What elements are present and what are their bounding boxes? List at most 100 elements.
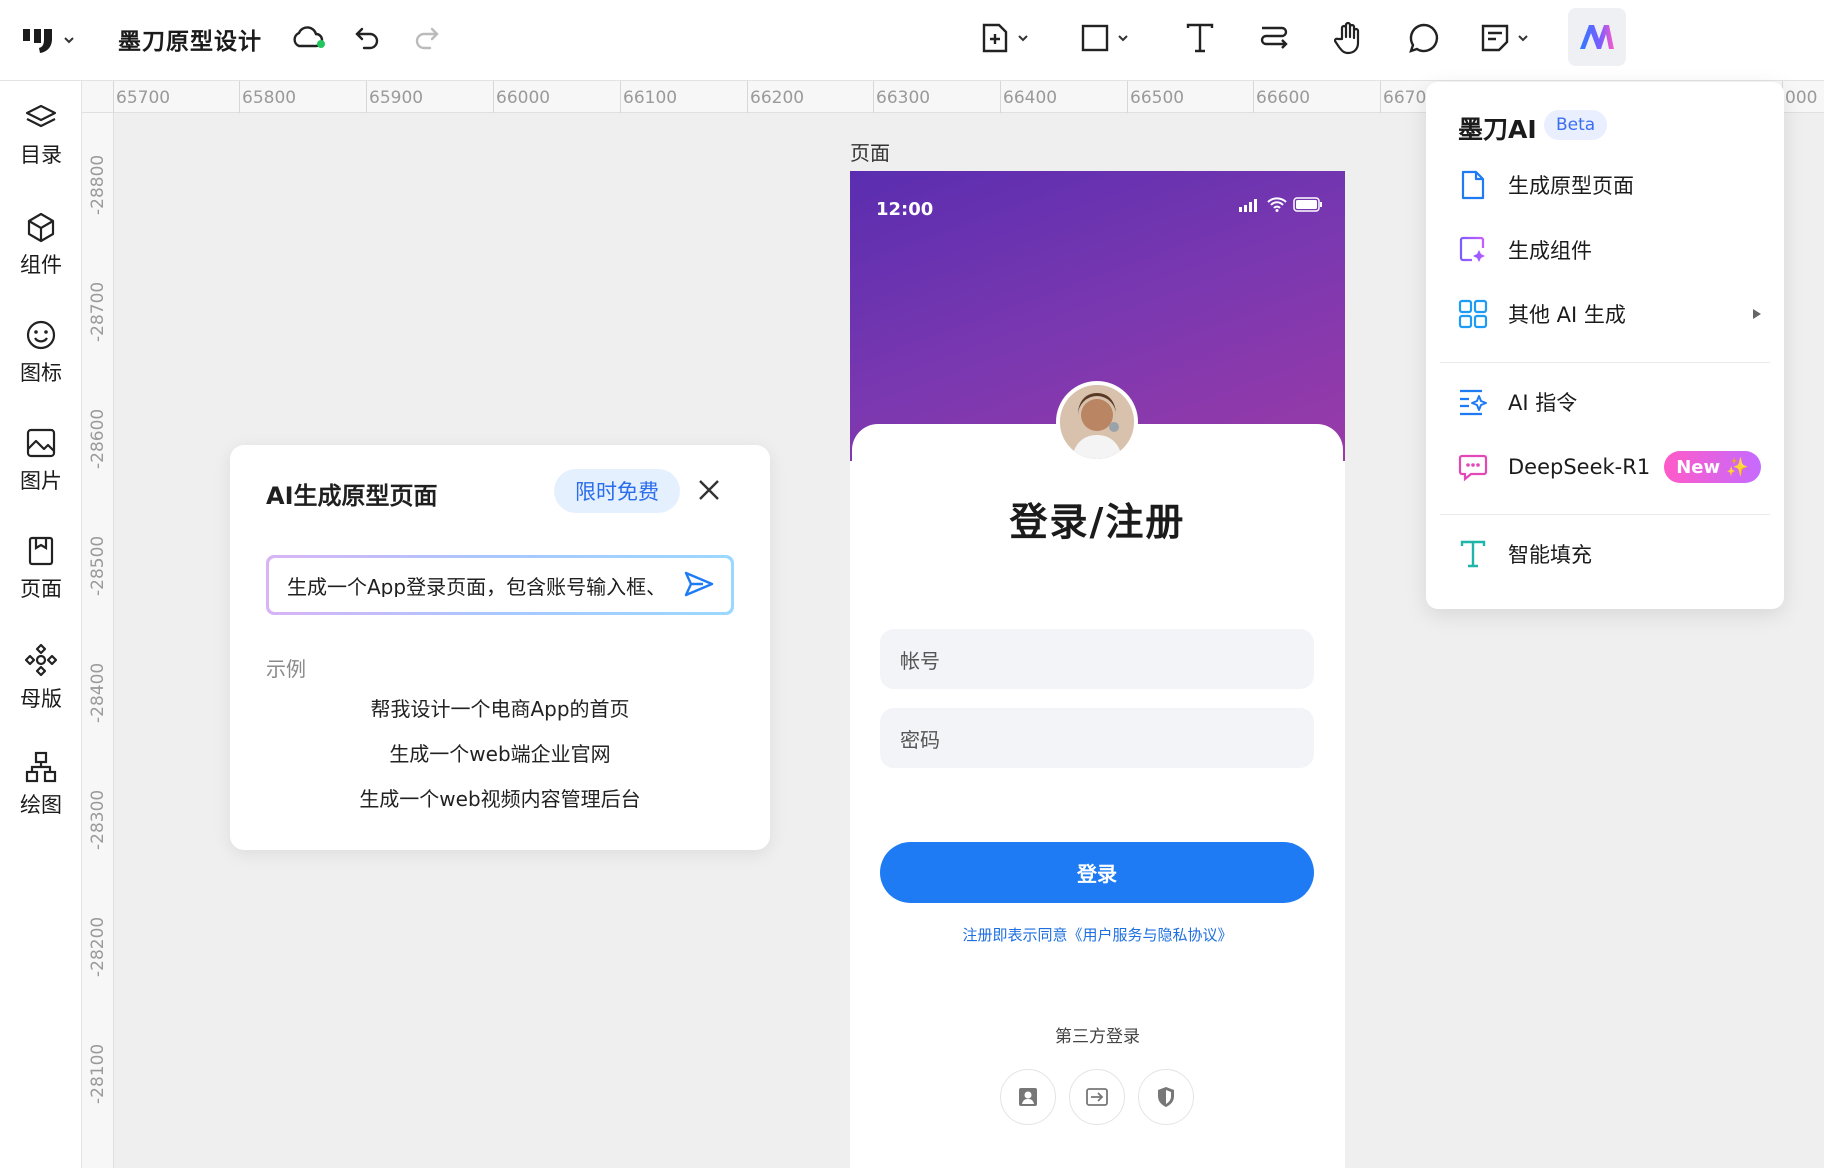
modao-ai-menu: 墨刀AI Beta 生成原型页面 生成组件 其他 AI 生成 AI 指令 Dee… xyxy=(1426,82,1784,609)
chevron-down-icon xyxy=(1118,35,1128,42)
status-time: 12:00 xyxy=(876,199,934,220)
modao-ai-icon xyxy=(1580,25,1614,49)
example-prompt[interactable]: 帮我设计一个电商App的首页 xyxy=(230,693,770,722)
menu-item-label: 生成原型页面 xyxy=(1508,174,1634,198)
sidebar-item-pages[interactable]: 页面 xyxy=(0,535,82,603)
text-icon xyxy=(1186,23,1214,53)
shield-icon xyxy=(1158,1087,1174,1107)
menu-item-ai-command[interactable]: AI 指令 xyxy=(1440,376,1770,428)
beta-badge: Beta xyxy=(1544,110,1608,140)
redo-button[interactable] xyxy=(408,20,444,56)
example-prompt[interactable]: 生成一个web端企业官网 xyxy=(230,738,770,767)
ruler-tick: -28100 xyxy=(88,1043,108,1104)
account-placeholder: 帐号 xyxy=(900,648,940,673)
submenu-arrow-icon xyxy=(1753,309,1761,319)
menu-item-label: DeepSeek-R1 xyxy=(1508,455,1651,479)
comment-icon xyxy=(1409,23,1439,53)
login-button[interactable]: 登录 xyxy=(880,842,1314,903)
shape-tool[interactable] xyxy=(1080,18,1130,58)
text-tool[interactable] xyxy=(1180,18,1220,58)
ruler-tick: -28800 xyxy=(88,154,108,215)
chat-bot-icon xyxy=(1458,452,1488,482)
rectangle-icon xyxy=(1081,24,1109,52)
sidebar-item-icons[interactable]: 图标 xyxy=(0,319,82,387)
ruler-tick: 66200 xyxy=(746,81,805,113)
sidebar-item-components[interactable]: 组件 xyxy=(0,211,82,279)
document-icon xyxy=(1458,170,1488,200)
ruler-tick: 66600 xyxy=(1252,81,1311,113)
sidebar-item-images[interactable]: 图片 xyxy=(0,427,82,495)
left-sidebar: 目录 组件 图标 图片 页面 母版 绘图 xyxy=(0,81,82,1168)
undo-icon xyxy=(355,27,379,50)
login-title: 登录/注册 xyxy=(1009,500,1186,544)
ruler-tick: 65900 xyxy=(365,81,424,113)
smiley-icon xyxy=(26,320,56,350)
ruler-tick: 66100 xyxy=(619,81,678,113)
agreement-link[interactable]: 注册即表示同意《用户服务与隐私协议》 xyxy=(850,924,1345,945)
ruler-tick: -28600 xyxy=(88,408,108,469)
login-page-artboard[interactable]: 12:00 登录/注册 帐号 密码 登录 注册即表示同意《用户服务与隐私协议》 … xyxy=(850,171,1345,1168)
app-menu-button[interactable] xyxy=(20,20,76,60)
examples-label: 示例 xyxy=(266,657,306,681)
ruler-tick: -28700 xyxy=(88,281,108,342)
battery-icon xyxy=(1293,197,1322,212)
menu-item-other-ai[interactable]: 其他 AI 生成 xyxy=(1440,288,1770,340)
account-field[interactable]: 帐号 xyxy=(880,629,1314,689)
modao-logo-icon xyxy=(23,29,52,53)
ruler-tick: 65700 xyxy=(112,81,171,113)
prompt-input[interactable] xyxy=(287,573,685,597)
ruler-tick: 66400 xyxy=(999,81,1058,113)
cube-icon xyxy=(27,212,55,243)
sidebar-item-label: 图标 xyxy=(20,361,62,385)
page-label[interactable]: 页面 xyxy=(850,137,890,166)
ruler-tick: 6670 xyxy=(1379,81,1427,113)
status-icons xyxy=(1239,197,1323,212)
add-page-icon xyxy=(982,23,1008,53)
vertical-ruler: -28800 -28700 -28600 -28500 -28400 -2830… xyxy=(82,113,114,1168)
comment-tool[interactable] xyxy=(1404,18,1444,58)
ruler-tick: -28500 xyxy=(88,535,108,596)
example-prompt[interactable]: 生成一个web视频内容管理后台 xyxy=(230,783,770,812)
cloud-saved-icon xyxy=(293,26,325,48)
password-placeholder: 密码 xyxy=(900,727,940,752)
menu-item-deepseek[interactable]: DeepSeek-R1 New ✨ xyxy=(1440,441,1770,493)
close-icon xyxy=(699,480,719,500)
login-arrow-icon xyxy=(1086,1088,1108,1106)
contact-card-icon xyxy=(1019,1088,1037,1106)
sidebar-item-label: 目录 xyxy=(20,143,62,167)
menu-item-smart-fill[interactable]: 智能填充 xyxy=(1440,528,1770,580)
undo-button[interactable] xyxy=(350,20,386,56)
modao-ai-button[interactable] xyxy=(1568,8,1626,66)
menu-divider xyxy=(1440,514,1770,515)
ruler-tick: -28400 xyxy=(88,662,108,723)
sidebar-item-master[interactable]: 母版 xyxy=(0,643,82,713)
connector-tool[interactable] xyxy=(1254,18,1294,58)
ruler-tick: -28300 xyxy=(88,789,108,850)
wifi-icon xyxy=(1267,197,1287,212)
ruler-tick: 66000 xyxy=(492,81,551,113)
sidebar-item-drawing[interactable]: 绘图 xyxy=(0,751,82,819)
document-title[interactable]: 墨刀原型设计 xyxy=(118,22,262,56)
hand-tool[interactable] xyxy=(1330,18,1370,58)
menu-item-generate-page[interactable]: 生成原型页面 xyxy=(1440,159,1770,211)
ai-generate-panel: AI生成原型页面 限时免费 示例 帮我设计一个电商App的首页 生成一个web端… xyxy=(230,445,770,850)
avatar xyxy=(1056,381,1138,463)
password-field[interactable]: 密码 xyxy=(880,708,1314,768)
close-button[interactable] xyxy=(696,477,722,503)
connector-icon xyxy=(1260,26,1288,49)
sidebar-item-catalog[interactable]: 目录 xyxy=(0,103,82,169)
send-button[interactable] xyxy=(684,570,714,598)
note-tool[interactable] xyxy=(1480,18,1530,58)
sidebar-item-label: 组件 xyxy=(20,253,62,277)
prompt-field xyxy=(266,555,734,615)
social-login-transfer[interactable] xyxy=(1069,1069,1125,1125)
diagram-icon xyxy=(25,751,57,783)
add-page-tool[interactable] xyxy=(980,18,1030,58)
menu-item-generate-component[interactable]: 生成组件 xyxy=(1440,224,1770,276)
cloud-sync-button[interactable] xyxy=(290,20,326,56)
redo-icon xyxy=(415,27,439,50)
social-login-shield[interactable] xyxy=(1138,1069,1194,1125)
component-sparkle-icon xyxy=(1458,235,1488,265)
new-badge: New ✨ xyxy=(1664,451,1761,483)
social-login-contact[interactable] xyxy=(1000,1069,1056,1125)
